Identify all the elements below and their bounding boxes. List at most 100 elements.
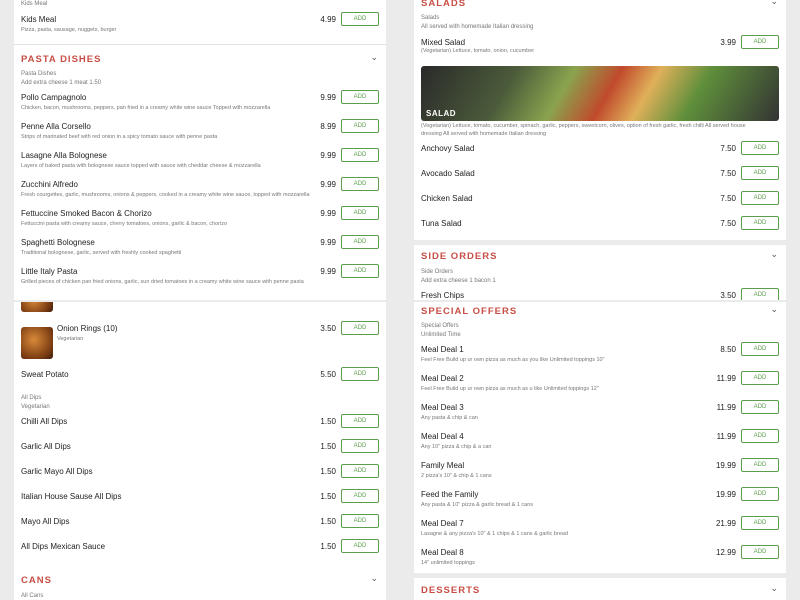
item-price: 1.50 [320,517,336,526]
item-price: 8.50 [720,345,736,354]
add-button[interactable]: ADD [341,321,379,335]
add-button[interactable]: ADD [741,458,779,472]
food-thumbnail [21,302,53,312]
onion-rings-thumbnail [21,327,53,359]
add-button[interactable]: ADD [741,516,779,530]
item-name: Meal Deal 8 [421,548,464,557]
add-button[interactable]: ADD [741,371,779,385]
add-button[interactable]: ADD [341,177,379,191]
item-price: 1.50 [320,442,336,451]
item-price: 11.99 [716,403,736,412]
add-button[interactable]: ADD [341,367,379,381]
add-button[interactable]: ADD [741,141,779,155]
item-price: 9.99 [320,180,336,189]
desserts-header[interactable]: DESSERTS ⌄ [414,578,786,600]
add-button[interactable]: ADD [341,464,379,478]
add-button[interactable]: ADD [741,545,779,559]
item-price: 11.99 [716,432,736,441]
add-button[interactable]: ADD [341,235,379,249]
add-button[interactable]: ADD [741,429,779,443]
section-subtitle: All Dips Vegetarian [21,394,50,412]
item-desc: Feel Free Build up ur own pizza as much … [421,357,605,363]
section-subtitle: Salads All served with homemade Italian … [421,14,533,32]
item-desc: 2 pizza's 10" & chip & 1 cans [421,473,492,479]
cans-header[interactable]: CANS ⌄ [14,566,386,596]
item-name: Mixed Salad [421,38,466,47]
item-price: 7.50 [720,194,736,203]
item-name: Onion Rings (10) [57,324,118,333]
section-title: CANS [21,575,52,586]
add-button[interactable]: ADD [341,90,379,104]
chevron-down-icon[interactable]: ⌄ [770,583,778,594]
add-button[interactable]: ADD [341,264,379,278]
item-name: Mayo All Dips [21,517,70,526]
add-button[interactable]: ADD [341,119,379,133]
add-button[interactable]: ADD [741,400,779,414]
chevron-down-icon[interactable]: ⌄ [770,304,778,315]
item-name: Fettuccine Smoked Bacon & Chorizo [21,209,152,218]
item-desc: 14" unlimited toppings [421,560,475,566]
item-price: 21.99 [715,519,736,528]
item-price: 3.50 [720,291,736,300]
item-price: 1.50 [320,492,336,501]
banner-label: SALAD [426,109,457,118]
add-button[interactable]: ADD [741,166,779,180]
add-button[interactable]: ADD [341,489,379,503]
item-price: 19.99 [715,461,736,470]
add-button[interactable]: ADD [341,206,379,220]
item-name: Anchovy Salad [421,144,475,153]
item-price: 4.99 [320,15,336,24]
add-button[interactable]: ADD [741,35,779,49]
add-button[interactable]: ADD [341,439,379,453]
salad-banner-image: SALAD [421,66,779,121]
section-title: DESSERTS [421,585,481,596]
subtitle-name: Salads [421,15,440,21]
chevron-down-icon[interactable]: ⌄ [370,52,378,63]
section-divider [14,44,386,45]
add-button[interactable]: ADD [741,487,779,501]
add-button[interactable]: ADD [341,414,379,428]
cans-card: CANS ⌄ All Cans [14,566,386,600]
item-desc: Any pasta & 10" pizza & garlic bread & 1… [421,502,534,508]
item-price: 1.50 [320,417,336,426]
item-name: Fresh Chips [421,291,465,300]
add-button[interactable]: ADD [741,342,779,356]
section-title: SPECIAL OFFERS [421,306,518,317]
special-offers-card: SPECIAL OFFERS ⌄ Special Offers Unlimite… [414,302,786,573]
item-name: Spaghetti Bolognese [21,238,95,247]
chevron-down-icon[interactable]: ⌄ [770,249,778,260]
item-name: Tuna Salad [421,219,462,228]
subtitle-desc: All served with homemade Italian dressin… [421,24,534,30]
item-name: Meal Deal 1 [421,345,464,354]
section-subtitle: Special Offers Unlimited Time [421,322,461,340]
subtitle-desc: Add extra cheese 1 meat 1.50 [21,80,102,86]
item-name: Penne Alla Corsello [21,122,91,131]
item-price: 3.50 [320,324,336,333]
pasta-card: Kids Meal Kids Meal Pizza, pasta, sausag… [14,0,386,300]
item-name: Italian House Sause All Dips [21,492,122,501]
chevron-down-icon[interactable]: ⌄ [770,0,778,7]
add-button[interactable]: ADD [341,12,379,26]
item-desc: Any pasta & chip & can [421,415,478,421]
add-button[interactable]: ADD [741,216,779,230]
item-desc: Pizza, pasta, sausage, nuggets, burger [21,27,117,33]
banner-desc: (Vegetarian) Lettuce, tomato, cucumber, … [421,123,746,137]
item-name: Feed the Family [421,490,479,499]
section-title: SALADS [421,0,467,9]
item-name: All Dips Mexican Sauce [21,542,106,551]
add-button[interactable]: ADD [341,539,379,553]
add-button[interactable]: ADD [341,514,379,528]
add-button[interactable]: ADD [741,288,779,300]
chevron-down-icon[interactable]: ⌄ [370,573,378,584]
subtitle-desc: Add extra cheese 1 bacon 1 [421,278,496,284]
add-button[interactable]: ADD [741,191,779,205]
item-price: 7.50 [720,219,736,228]
item-desc: Traditional bolognese, garlic, served wi… [21,250,182,256]
section-subtitle: Side Orders Add extra cheese 1 bacon 1 [421,268,496,286]
item-name: Garlic All Dips [21,442,71,451]
add-button[interactable]: ADD [341,148,379,162]
sides-card: Onion Rings (10) Vegetarian 3.50 ADD Swe… [14,302,386,600]
item-desc: Lasagne & any pizza's 10" & 1 chips & 1 … [421,531,569,537]
item-price: 9.99 [320,151,336,160]
special-offers-header[interactable]: SPECIAL OFFERS ⌄ [414,302,786,332]
